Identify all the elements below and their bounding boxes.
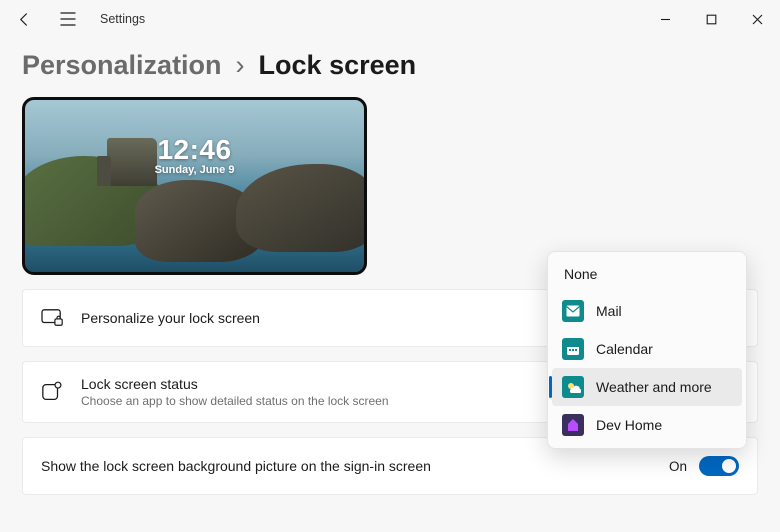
preview-clock: 12:46 Sunday, June 9 <box>25 134 364 176</box>
dropdown-option-label: Weather and more <box>596 379 712 395</box>
breadcrumb: Personalization › Lock screen <box>0 38 780 87</box>
toggle-knob <box>722 459 736 473</box>
app-title: Settings <box>100 12 145 26</box>
hamburger-icon <box>60 12 76 26</box>
app-status-icon <box>41 381 63 403</box>
arrow-left-icon <box>17 12 32 27</box>
window-controls <box>642 0 780 38</box>
dropdown-none-option[interactable]: None <box>552 256 742 292</box>
chevron-right-icon: › <box>236 50 245 81</box>
preview-time: 12:46 <box>25 134 364 166</box>
back-button[interactable] <box>8 3 40 35</box>
mail-icon <box>562 300 584 322</box>
signin-toggle-label: On <box>669 459 687 474</box>
dropdown-option-label: Calendar <box>596 341 653 357</box>
breadcrumb-parent[interactable]: Personalization <box>22 50 222 81</box>
dropdown-option-devhome[interactable]: Dev Home <box>552 406 742 444</box>
titlebar: Settings <box>0 0 780 38</box>
status-app-dropdown[interactable]: None Mail Calendar Weather and more Dev … <box>547 251 747 449</box>
dropdown-option-calendar[interactable]: Calendar <box>552 330 742 368</box>
dropdown-option-mail[interactable]: Mail <box>552 292 742 330</box>
breadcrumb-current: Lock screen <box>259 50 417 81</box>
dropdown-option-weather[interactable]: Weather and more <box>552 368 742 406</box>
minimize-button[interactable] <box>642 0 688 38</box>
minimize-icon <box>660 14 671 25</box>
devhome-icon <box>562 414 584 436</box>
calendar-icon <box>562 338 584 360</box>
preview-date: Sunday, June 9 <box>25 164 364 176</box>
lock-screen-preview[interactable]: 12:46 Sunday, June 9 <box>22 97 367 275</box>
weather-icon <box>562 376 584 398</box>
signin-title: Show the lock screen background picture … <box>41 458 651 474</box>
close-button[interactable] <box>734 0 780 38</box>
close-icon <box>752 14 763 25</box>
monitor-lock-icon <box>41 307 63 329</box>
dropdown-option-label: Mail <box>596 303 622 319</box>
maximize-button[interactable] <box>688 0 734 38</box>
signin-toggle[interactable] <box>699 456 739 476</box>
menu-button[interactable] <box>52 3 84 35</box>
dropdown-option-label: Dev Home <box>596 417 662 433</box>
maximize-icon <box>706 14 717 25</box>
